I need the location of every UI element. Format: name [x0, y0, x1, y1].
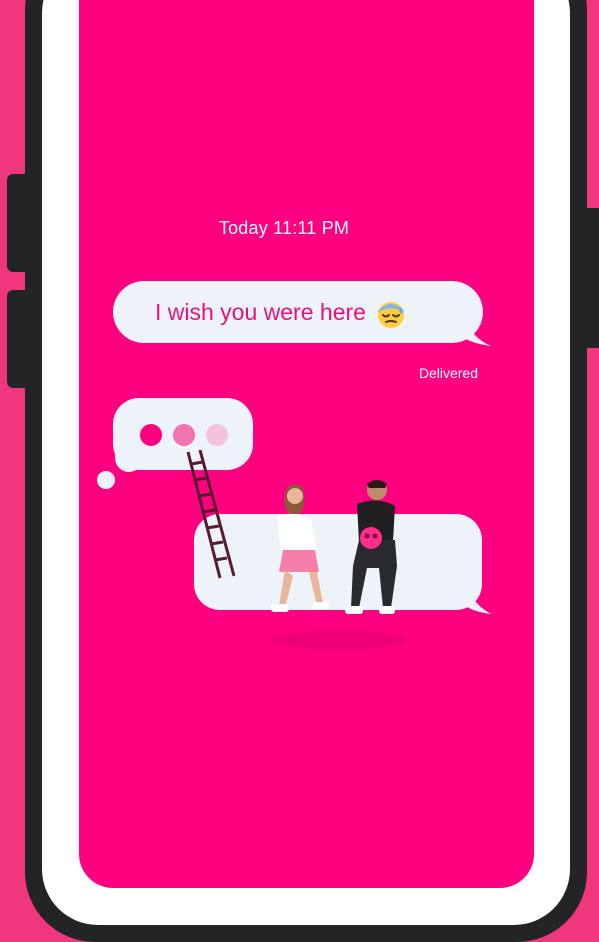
image-bubble-tail: [461, 572, 491, 614]
message-timestamp: Today 11:11 PM: [218, 218, 350, 238]
typing-dot-3: [206, 424, 228, 446]
phone-screen: Today 11:11 PM I wish you were here Deli…: [79, 0, 534, 888]
typing-dot-1: [140, 424, 162, 446]
ladder-icon: [186, 450, 236, 579]
delivery-status: Delivered: [418, 365, 478, 381]
message-text-row: I wish you were here: [155, 299, 406, 329]
message-bubble-tail: [461, 310, 491, 346]
typing-bubble-trail-small: [97, 471, 115, 489]
message-text: I wish you were here: [155, 299, 366, 326]
typing-dot-2: [173, 424, 195, 446]
downcast-face-with-sweat-icon: [378, 302, 405, 328]
couple-photo: [269, 480, 409, 650]
page-stage: Today 11:11 PM I wish you were here Deli…: [0, 0, 599, 942]
